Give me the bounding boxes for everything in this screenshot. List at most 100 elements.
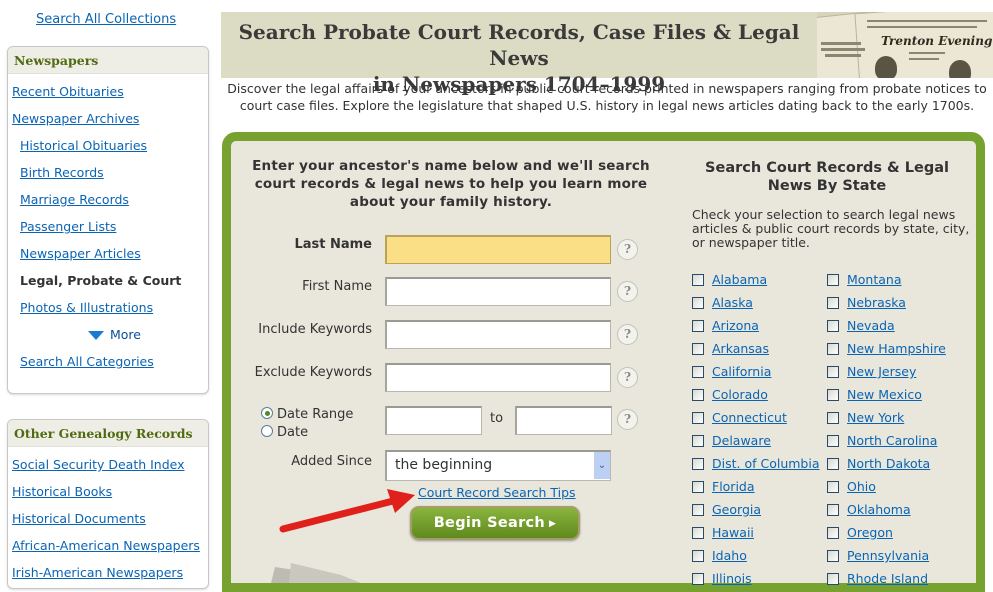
state-link[interactable]: Oklahoma (847, 502, 911, 517)
sidebar-link[interactable]: Historical Obituaries (20, 138, 147, 153)
state-link[interactable]: Pennsylvania (847, 548, 929, 563)
include-keywords-input[interactable] (385, 320, 611, 349)
state-option[interactable]: Pennsylvania (827, 547, 929, 565)
state-checkbox[interactable] (692, 573, 704, 585)
sidebar-link[interactable]: Social Security Death Index (12, 457, 185, 472)
state-checkbox[interactable] (692, 297, 704, 309)
state-checkbox[interactable] (692, 481, 704, 493)
state-checkbox[interactable] (827, 320, 839, 332)
state-checkbox[interactable] (827, 435, 839, 447)
state-option[interactable]: Arizona (692, 317, 759, 335)
state-link[interactable]: Montana (847, 272, 902, 287)
state-link[interactable]: Idaho (712, 548, 747, 563)
sidebar-link[interactable]: Search All Categories (20, 354, 154, 369)
first-name-input[interactable] (385, 277, 611, 306)
date-to-input[interactable] (515, 406, 612, 435)
state-link[interactable]: New Jersey (847, 364, 916, 379)
sidebar-link[interactable]: African-American Newspapers (12, 538, 200, 553)
sidebar-link[interactable]: Recent Obituaries (12, 84, 124, 99)
sidebar-link[interactable]: Newspaper Articles (20, 246, 141, 261)
state-link[interactable]: Dist. of Columbia (712, 456, 820, 471)
state-option[interactable]: Alabama (692, 271, 767, 289)
state-link[interactable]: Florida (712, 479, 755, 494)
help-icon[interactable]: ? (617, 239, 638, 260)
sidebar-item-birth-records[interactable]: Birth Records (8, 159, 208, 186)
sidebar-item-photos-illustrations[interactable]: Photos & Illustrations (8, 294, 208, 321)
help-icon[interactable]: ? (617, 324, 638, 345)
state-option[interactable]: Ohio (827, 478, 876, 496)
sidebar-link[interactable]: Birth Records (20, 165, 104, 180)
state-checkbox[interactable] (692, 550, 704, 562)
sidebar-more-toggle[interactable]: More (8, 321, 208, 348)
sidebar-item-historical-obituaries[interactable]: Historical Obituaries (8, 132, 208, 159)
state-option[interactable]: Alaska (692, 294, 753, 312)
state-link[interactable]: New Hampshire (847, 341, 946, 356)
state-link[interactable]: New York (847, 410, 904, 425)
sidebar-item-historical-books[interactable]: Historical Books (8, 478, 208, 505)
state-link[interactable]: New Mexico (847, 387, 922, 402)
sidebar-link[interactable]: Passenger Lists (20, 219, 116, 234)
state-link[interactable]: Connecticut (712, 410, 787, 425)
state-option[interactable]: New Jersey (827, 363, 916, 381)
state-checkbox[interactable] (827, 458, 839, 470)
sidebar-link[interactable]: Historical Documents (12, 511, 146, 526)
state-checkbox[interactable] (827, 504, 839, 516)
state-checkbox[interactable] (827, 297, 839, 309)
state-link[interactable]: Rhode Island (847, 571, 928, 586)
state-link[interactable]: Alaska (712, 295, 753, 310)
state-checkbox[interactable] (692, 458, 704, 470)
chevron-down-icon[interactable]: ⌄ (594, 452, 610, 479)
sidebar-item-marriage-records[interactable]: Marriage Records (8, 186, 208, 213)
state-option[interactable]: Colorado (692, 386, 768, 404)
state-link[interactable]: Oregon (847, 525, 893, 540)
state-checkbox[interactable] (692, 366, 704, 378)
sidebar-item-newspaper-archives[interactable]: Newspaper Archives (8, 105, 208, 132)
state-link[interactable]: Arizona (712, 318, 759, 333)
state-link[interactable]: California (712, 364, 771, 379)
state-option[interactable]: Delaware (692, 432, 771, 450)
state-checkbox[interactable] (692, 435, 704, 447)
sidebar-link[interactable]: Photos & Illustrations (20, 300, 153, 315)
state-checkbox[interactable] (692, 504, 704, 516)
state-option[interactable]: Arkansas (692, 340, 769, 358)
state-option[interactable]: Montana (827, 271, 902, 289)
state-option[interactable]: Idaho (692, 547, 747, 565)
state-option[interactable]: New Mexico (827, 386, 922, 404)
sidebar-link[interactable]: Newspaper Archives (12, 111, 139, 126)
state-checkbox[interactable] (692, 343, 704, 355)
sidebar-link[interactable]: Historical Books (12, 484, 112, 499)
state-checkbox[interactable] (692, 389, 704, 401)
state-checkbox[interactable] (692, 412, 704, 424)
radio-unselected-icon[interactable] (261, 425, 273, 437)
help-icon[interactable]: ? (617, 409, 638, 430)
help-icon[interactable]: ? (617, 367, 638, 388)
state-option[interactable]: New Hampshire (827, 340, 946, 358)
state-option[interactable]: Nebraska (827, 294, 906, 312)
added-since-select[interactable]: the beginning ⌄ (385, 450, 611, 481)
radio-selected-icon[interactable] (261, 407, 273, 419)
sidebar-item-search-all-categories[interactable]: Search All Categories (8, 348, 208, 375)
state-link[interactable]: Nebraska (847, 295, 906, 310)
state-option[interactable]: Oklahoma (827, 501, 911, 519)
exclude-keywords-input[interactable] (385, 363, 611, 392)
begin-search-button[interactable]: Begin Search ▶ (410, 506, 580, 540)
state-link[interactable]: Nevada (847, 318, 895, 333)
state-option[interactable]: New York (827, 409, 904, 427)
state-option[interactable]: Oregon (827, 524, 893, 542)
date-range-radio-option[interactable]: Date Range (261, 407, 353, 422)
sidebar-item-ssdi[interactable]: Social Security Death Index (8, 451, 208, 478)
sidebar-item-passenger-lists[interactable]: Passenger Lists (8, 213, 208, 240)
state-link[interactable]: North Carolina (847, 433, 937, 448)
state-checkbox[interactable] (827, 573, 839, 585)
state-option[interactable]: Nevada (827, 317, 895, 335)
state-checkbox[interactable] (827, 343, 839, 355)
state-checkbox[interactable] (827, 527, 839, 539)
state-link[interactable]: Georgia (712, 502, 761, 517)
date-radio-option[interactable]: Date (261, 425, 308, 440)
state-checkbox[interactable] (827, 274, 839, 286)
sidebar-link[interactable]: Marriage Records (20, 192, 129, 207)
state-option[interactable]: Dist. of Columbia (692, 455, 820, 473)
state-checkbox[interactable] (692, 274, 704, 286)
sidebar-item-historical-documents[interactable]: Historical Documents (8, 505, 208, 532)
state-link[interactable]: Delaware (712, 433, 771, 448)
